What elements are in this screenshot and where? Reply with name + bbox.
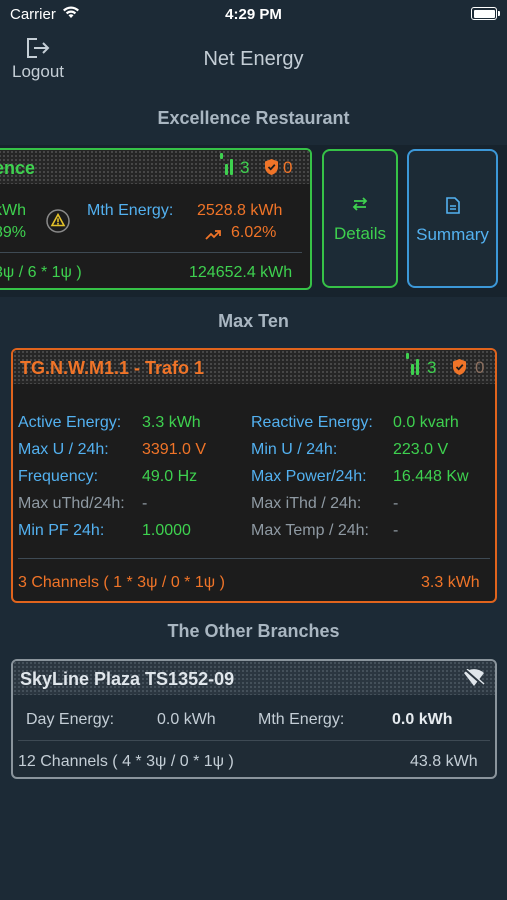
channels-summary: 3ψ / 6 * 1ψ ) — [0, 264, 82, 281]
total-energy: 124652.4 kWh — [189, 264, 293, 281]
swap-icon — [324, 197, 396, 211]
skyline-branch-card[interactable]: SkyLine Plaza TS1352-09 Day Energy: 0.0 … — [11, 659, 497, 779]
mth-energy-label: Mth Energy: — [87, 202, 174, 219]
status-time: 4:29 PM — [225, 6, 282, 23]
status-bar: Carrier 4:29 PM — [0, 0, 507, 28]
summary-button[interactable]: Summary — [407, 149, 498, 288]
trend-up-icon — [205, 228, 221, 246]
active-energy-label: Active Energy: — [18, 414, 122, 431]
max-uthd-value: - — [142, 495, 148, 512]
reactive-energy-value: 0.0 kvarh — [393, 414, 459, 431]
max-uthd-label: Max uThd/24h: — [18, 495, 125, 512]
channels-summary: 12 Channels ( 4 * 3ψ / 0 * 1ψ ) — [18, 753, 234, 770]
maxten-branch-card[interactable]: TG.N.W.M1.1 - Trafo 1 3 0 Active Energy:… — [11, 348, 497, 603]
card-header: ence 3 0 — [0, 150, 310, 184]
card-header: SkyLine Plaza TS1352-09 — [13, 661, 495, 695]
section-title-other-branches: The Other Branches — [167, 621, 340, 641]
min-u-value: 223.0 V — [393, 441, 449, 458]
day-change-value: 89% — [0, 224, 27, 241]
card-divider — [18, 558, 490, 559]
mth-energy-value: 0.0 kWh — [392, 711, 453, 728]
min-pf-value: 1.0000 — [142, 522, 191, 539]
mth-change-value: 6.02% — [231, 224, 277, 241]
total-energy: 43.8 kWh — [410, 753, 478, 770]
signal-count: 3 — [427, 358, 437, 377]
details-button[interactable]: Details — [322, 149, 398, 288]
alert-count: 0 — [283, 158, 293, 177]
max-u-label: Max U / 24h: — [18, 441, 109, 458]
warning-icon — [46, 209, 70, 238]
max-power-label: Max Power/24h: — [251, 468, 367, 485]
shield-icon — [452, 358, 467, 381]
details-label: Details — [334, 224, 386, 243]
frequency-value: 49.0 Hz — [142, 468, 198, 485]
max-power-value: 16.448 Kw — [393, 468, 469, 485]
navigation-bar: Logout Net Energy — [0, 28, 507, 94]
day-energy-value: 0.0 kWh — [157, 711, 216, 728]
section-title-excellence: Excellence Restaurant — [157, 108, 350, 128]
frequency-label: Frequency: — [18, 468, 99, 485]
alert-count: 0 — [475, 358, 485, 377]
branch-title: TG.N.W.M1.1 - Trafo 1 — [20, 358, 205, 378]
card-divider — [18, 740, 490, 741]
max-temp-value: - — [393, 522, 399, 539]
min-pf-label: Min PF 24h: — [18, 522, 105, 539]
max-u-value: 3391.0 V — [142, 441, 207, 458]
active-energy-value: 3.3 kWh — [142, 414, 201, 431]
branch-title: ence — [0, 158, 36, 178]
max-temp-label: Max Temp / 24h: — [251, 522, 369, 539]
max-ithd-value: - — [393, 495, 399, 512]
reactive-energy-label: Reactive Energy: — [251, 414, 373, 431]
excellence-branch-card[interactable]: ence 3 0 kWh 89% Mth Energy: 2528.8 kWh … — [0, 148, 312, 290]
total-energy: 3.3 kWh — [421, 574, 480, 591]
mth-energy-value: 2528.8 kWh — [197, 202, 283, 219]
page-title: Net Energy — [203, 48, 304, 70]
card-divider — [0, 252, 302, 253]
day-energy-label: Day Energy: — [26, 711, 115, 728]
max-ithd-label: Max iThd / 24h: — [251, 495, 362, 512]
day-energy-value: kWh — [0, 202, 26, 219]
signal-count: 3 — [240, 158, 250, 177]
branch-title: SkyLine Plaza TS1352-09 — [20, 669, 235, 689]
summary-label: Summary — [416, 225, 489, 244]
mth-energy-label: Mth Energy: — [258, 711, 345, 728]
battery-icon — [471, 7, 500, 20]
wifi-off-icon — [463, 668, 485, 692]
channels-summary: 3 Channels ( 1 * 3ψ / 0 * 1ψ ) — [18, 574, 225, 591]
min-u-label: Min U / 24h: — [251, 441, 338, 458]
document-icon — [409, 197, 496, 214]
card-header: TG.N.W.M1.1 - Trafo 1 3 0 — [13, 350, 495, 384]
section-title-maxten: Max Ten — [218, 311, 289, 331]
shield-icon — [264, 158, 279, 181]
